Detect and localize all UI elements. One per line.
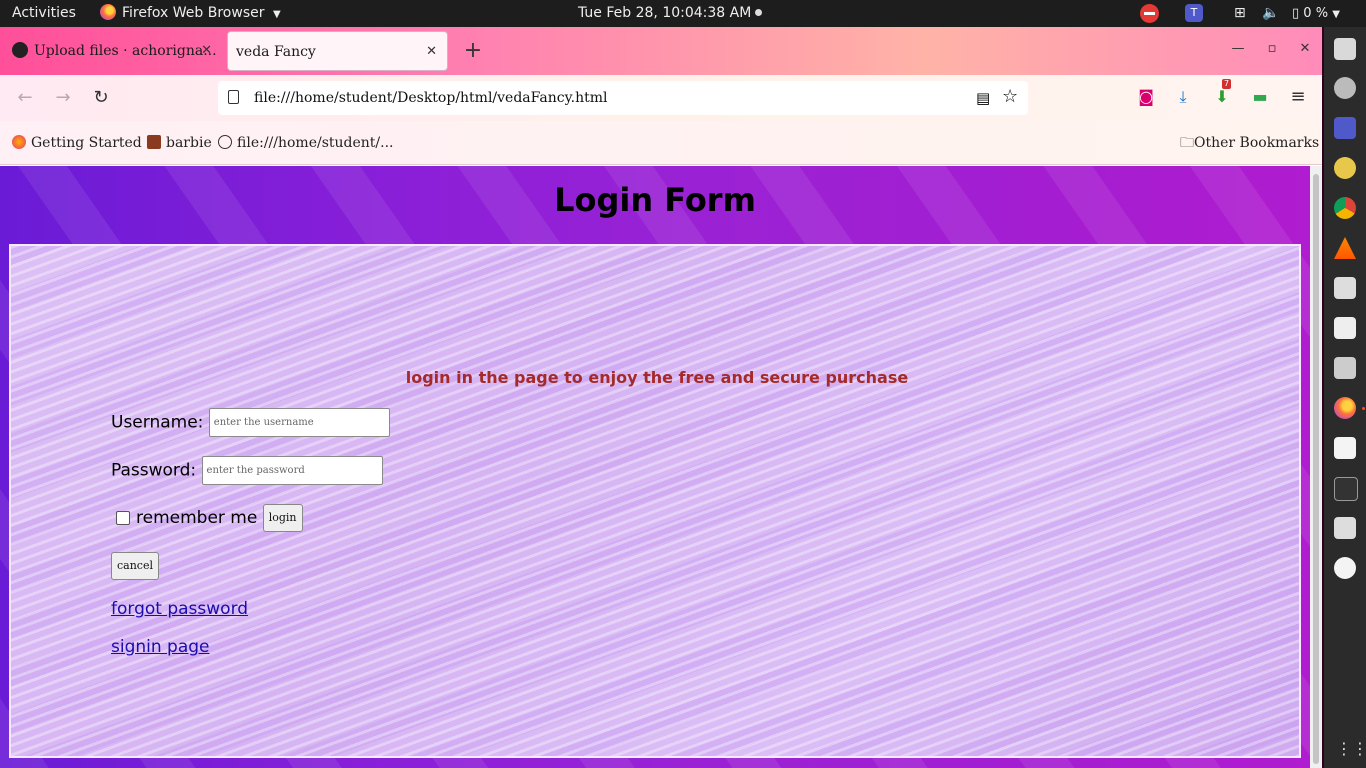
close-tab-icon[interactable]: ✕ xyxy=(426,32,437,70)
bookmark-label: Getting Started xyxy=(31,135,142,151)
firefox-icon xyxy=(12,135,26,149)
reader-view-icon[interactable]: ▤ xyxy=(976,89,990,107)
close-window-button[interactable]: ✕ xyxy=(1295,41,1315,56)
firefox-icon xyxy=(100,4,116,20)
github-icon xyxy=(12,42,28,58)
document-viewer-icon[interactable] xyxy=(1334,277,1356,299)
files-icon[interactable] xyxy=(1334,38,1356,60)
running-indicator xyxy=(1362,407,1365,410)
remember-row: remember me login xyxy=(111,504,303,532)
other-bookmarks[interactable]: 🗀Other Bookmarks xyxy=(1180,121,1319,165)
login-button[interactable]: login xyxy=(262,504,303,532)
remember-label: remember me xyxy=(136,508,258,528)
text-editor-icon[interactable] xyxy=(1334,437,1356,459)
battery-indicator[interactable]: ▯ 0 % ▼ xyxy=(1292,0,1340,27)
username-input[interactable]: enter the username xyxy=(208,408,390,437)
cancel-row: cancel xyxy=(111,552,159,580)
downloads-icon[interactable]: ⤓ xyxy=(1171,85,1195,109)
password-label: Password: xyxy=(111,460,197,481)
fox-icon xyxy=(147,135,161,149)
globe-icon xyxy=(218,135,232,149)
password-placeholder: enter the password xyxy=(206,465,305,476)
firefox-window: Upload files · achorigna... ✕ veda Fancy… xyxy=(0,27,1322,768)
settings-icon[interactable] xyxy=(1334,77,1356,99)
tagline: login in the page to enjoy the free and … xyxy=(405,368,909,387)
minimize-button[interactable]: — xyxy=(1228,41,1248,56)
chrome-icon[interactable] xyxy=(1334,197,1356,219)
app-icon[interactable] xyxy=(1334,557,1356,579)
folder-icon: 🗀 xyxy=(1180,135,1194,151)
extension-money-icon[interactable]: ▬ xyxy=(1248,85,1272,109)
forgot-row: forgot password xyxy=(111,599,248,619)
terminal-icon[interactable] xyxy=(1334,477,1358,501)
teams-icon[interactable] xyxy=(1334,117,1356,139)
system-top-bar: Activities Firefox Web Browser ▼ Tue Feb… xyxy=(0,0,1366,27)
extension-badge: 7 xyxy=(1222,79,1232,89)
username-label: Username: xyxy=(111,412,204,433)
bookmark-label: barbie xyxy=(166,135,212,151)
bookmark-getting-started[interactable]: Getting Started xyxy=(12,121,142,165)
app-menu[interactable]: Firefox Web Browser ▼ xyxy=(100,0,281,27)
navigation-toolbar: ← → ↻ file:///home/student/Desktop/html/… xyxy=(0,75,1322,121)
cancel-button[interactable]: cancel xyxy=(111,552,159,580)
page-icon xyxy=(228,90,239,104)
url-text[interactable]: file:///home/student/Desktop/html/vedaFa… xyxy=(254,81,608,115)
maximize-button[interactable]: ▫ xyxy=(1262,41,1282,56)
teams-tray-icon[interactable]: T xyxy=(1185,4,1203,22)
hamburger-menu-icon[interactable]: ≡ xyxy=(1286,85,1310,109)
show-applications-icon[interactable]: ⋮⋮⋮ xyxy=(1336,739,1366,758)
tab-title: veda Fancy xyxy=(236,44,316,60)
chevron-down-icon: ▼ xyxy=(272,9,281,20)
page-heading: Login Form xyxy=(554,181,756,219)
back-button[interactable]: ← xyxy=(12,85,38,111)
login-form: login in the page to enjoy the free and … xyxy=(9,244,1301,758)
username-placeholder: enter the username xyxy=(213,417,314,428)
password-input[interactable]: enter the password xyxy=(201,456,383,485)
chevron-down-icon: ▼ xyxy=(1332,9,1340,20)
reload-button[interactable]: ↻ xyxy=(88,85,114,111)
pocket-icon[interactable]: ◙ xyxy=(1134,85,1158,109)
activities-button[interactable]: Activities xyxy=(12,0,76,27)
remember-checkbox[interactable] xyxy=(116,511,130,525)
username-row: Username: enter the username xyxy=(111,408,390,437)
bookmark-label: file:///home/student/... xyxy=(237,135,394,151)
clock[interactable]: Tue Feb 28, 10:04:38 AM xyxy=(578,0,763,27)
dock: ⋮⋮⋮ xyxy=(1324,27,1366,768)
bookmark-barbie[interactable]: barbie xyxy=(147,121,212,165)
close-tab-icon[interactable]: ✕ xyxy=(201,31,212,71)
signin-row: signin page xyxy=(111,637,210,657)
do-not-disturb-icon[interactable] xyxy=(1140,4,1159,23)
url-bar[interactable]: file:///home/student/Desktop/html/vedaFa… xyxy=(218,81,1028,115)
clock-text: Tue Feb 28, 10:04:38 AM xyxy=(578,5,752,21)
firefox-dock-icon[interactable] xyxy=(1334,397,1356,419)
tab-upload-files[interactable]: Upload files · achorigna... ✕ xyxy=(4,31,222,71)
extension-download-icon[interactable]: ⬇ 7 xyxy=(1210,79,1234,109)
sound-icon[interactable] xyxy=(1334,157,1356,179)
camera-icon[interactable] xyxy=(1334,357,1356,379)
page-viewport: Login Form login in the page to enjoy th… xyxy=(0,166,1310,768)
bookmark-star-icon[interactable]: ☆ xyxy=(1002,86,1018,107)
password-row: Password: enter the password xyxy=(111,456,383,485)
scrollbar[interactable] xyxy=(1310,166,1322,768)
signin-page-link[interactable]: signin page xyxy=(111,637,210,657)
vlc-icon[interactable] xyxy=(1334,237,1356,259)
forgot-password-link[interactable]: forgot password xyxy=(111,599,248,619)
battery-text: 0 % xyxy=(1303,6,1329,21)
bookmark-file[interactable]: file:///home/student/... xyxy=(218,121,393,165)
battery-icon: ▯ xyxy=(1292,6,1300,21)
tab-title: Upload files · achorigna... xyxy=(34,43,217,59)
notification-dot-icon xyxy=(755,9,763,16)
new-tab-button[interactable]: + xyxy=(462,35,484,67)
volume-icon[interactable]: 🔈 xyxy=(1262,0,1279,27)
app-name: Firefox Web Browser xyxy=(122,5,265,21)
forward-button[interactable]: → xyxy=(50,85,76,111)
screenshot-icon[interactable] xyxy=(1334,517,1356,539)
book-icon[interactable] xyxy=(1334,317,1356,339)
other-bookmarks-label: Other Bookmarks xyxy=(1194,135,1320,151)
bookmarks-toolbar: Getting Started barbie file:///home/stud… xyxy=(0,121,1322,165)
tab-veda-fancy[interactable]: veda Fancy ✕ xyxy=(227,31,448,71)
scrollbar-thumb[interactable] xyxy=(1313,174,1319,764)
tab-bar: Upload files · achorigna... ✕ veda Fancy… xyxy=(0,27,1322,75)
network-icon[interactable]: ⊞ xyxy=(1234,0,1246,27)
